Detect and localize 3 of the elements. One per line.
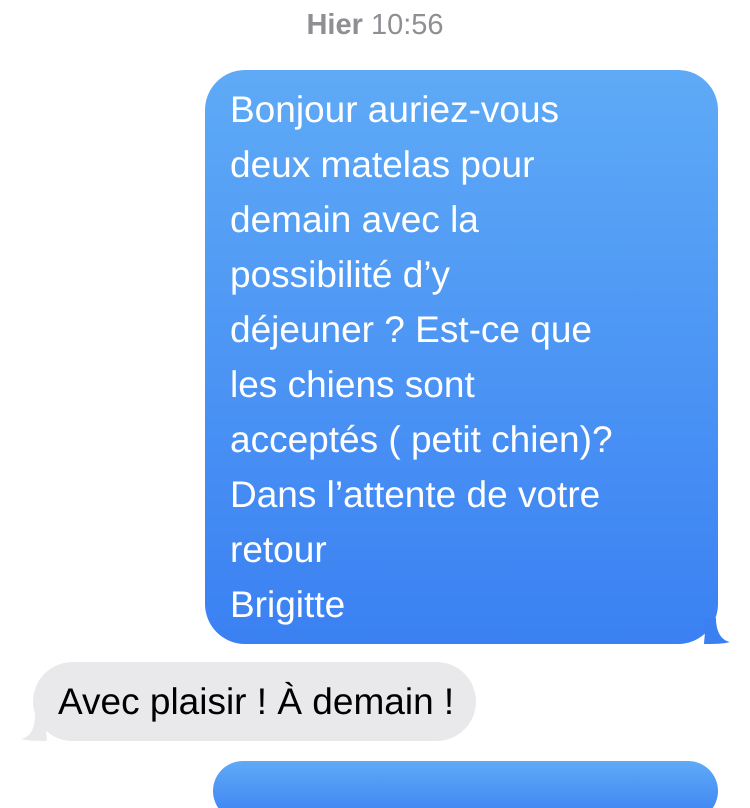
timestamp: Hier 10:56: [306, 9, 444, 41]
received-message-bubble: Avec plaisir ! À demain !: [33, 662, 476, 741]
sent-message-bubble: Bonjour auriez-vous deux matelas pour demain avec la possibilité d’y déjeuner ? Est-ce que les chiens sont acceptés ( petit chien)? Dans l’attente de votre retour Brigitte: [205, 70, 718, 644]
